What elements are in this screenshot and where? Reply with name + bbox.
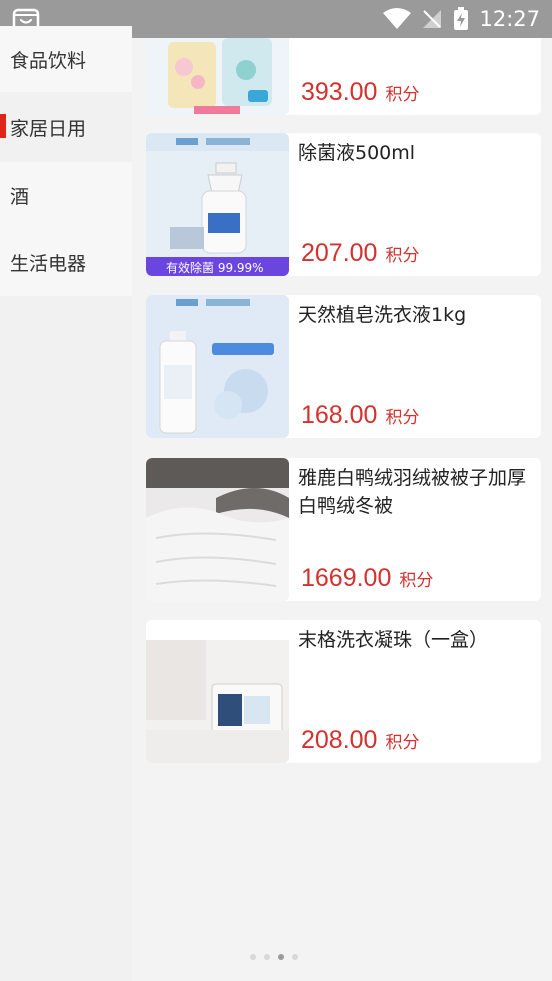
product-image <box>146 458 289 601</box>
product-card[interactable]: 有效除菌 99.99% 除菌液500ml 207.00 积分 <box>146 133 541 276</box>
product-image: 有效除菌 99.99% <box>146 133 289 276</box>
page-dot <box>264 954 270 960</box>
wifi-icon <box>383 8 412 29</box>
product-price: 168.00 积分 <box>301 401 420 429</box>
product-image <box>146 38 289 115</box>
image-caption: 有效除菌 99.99% <box>166 261 264 275</box>
sidebar-item-food[interactable]: 食品饮料 <box>0 26 132 92</box>
category-sidebar: 食品饮料 家居日用 酒 生活电器 <box>0 26 132 981</box>
product-price: 393.00 积分 <box>301 78 420 106</box>
page-dot-active <box>278 954 284 960</box>
product-image <box>146 295 289 438</box>
product-price: 208.00 积分 <box>301 726 420 754</box>
page-dot <box>250 954 256 960</box>
product-title: 除菌液500ml <box>298 142 416 164</box>
product-title: 末格洗衣凝珠（一盒） <box>298 629 489 651</box>
product-title: 雅鹿白鸭绒羽绒被被子加厚白鸭绒冬被 <box>298 467 527 517</box>
sidebar-item-home[interactable]: 家居日用 <box>0 94 132 161</box>
sidebar-item-label: 家居日用 <box>10 118 87 140</box>
product-card[interactable]: 天然植皂洗衣液1kg 168.00 积分 <box>146 295 541 438</box>
status-icons: 12:27 <box>383 0 540 38</box>
product-title: 天然植皂洗衣液1kg <box>298 304 467 326</box>
product-list[interactable]: 393.00积分 有效除菌 99.99% 除菌液500ml 207.00积分 <box>132 38 552 981</box>
product-price: 1669.00 积分 <box>301 564 434 592</box>
page-dot <box>292 954 298 960</box>
product-price: 207.00 积分 <box>301 239 420 267</box>
battery-charging-icon <box>454 7 469 30</box>
sidebar-item-label: 食品饮料 <box>10 49 87 72</box>
sidebar-item-label: 酒 <box>10 186 30 208</box>
product-image <box>146 620 289 763</box>
product-card[interactable]: 末格洗衣凝珠（一盒） 208.00 积分 <box>146 620 541 763</box>
page-indicator <box>250 954 298 960</box>
clock: 12:27 <box>479 7 540 31</box>
sidebar-item-liquor[interactable]: 酒 <box>0 162 132 229</box>
product-card[interactable]: 393.00 积分 <box>146 38 541 115</box>
active-indicator <box>0 114 6 138</box>
no-signal-icon <box>423 10 442 28</box>
product-card[interactable]: 雅鹿白鸭绒羽绒被被子加厚白鸭绒冬被 1669.00 积分 <box>146 458 541 601</box>
sidebar-item-label: 生活电器 <box>10 253 87 275</box>
sidebar-item-appliances[interactable]: 生活电器 <box>0 229 132 296</box>
